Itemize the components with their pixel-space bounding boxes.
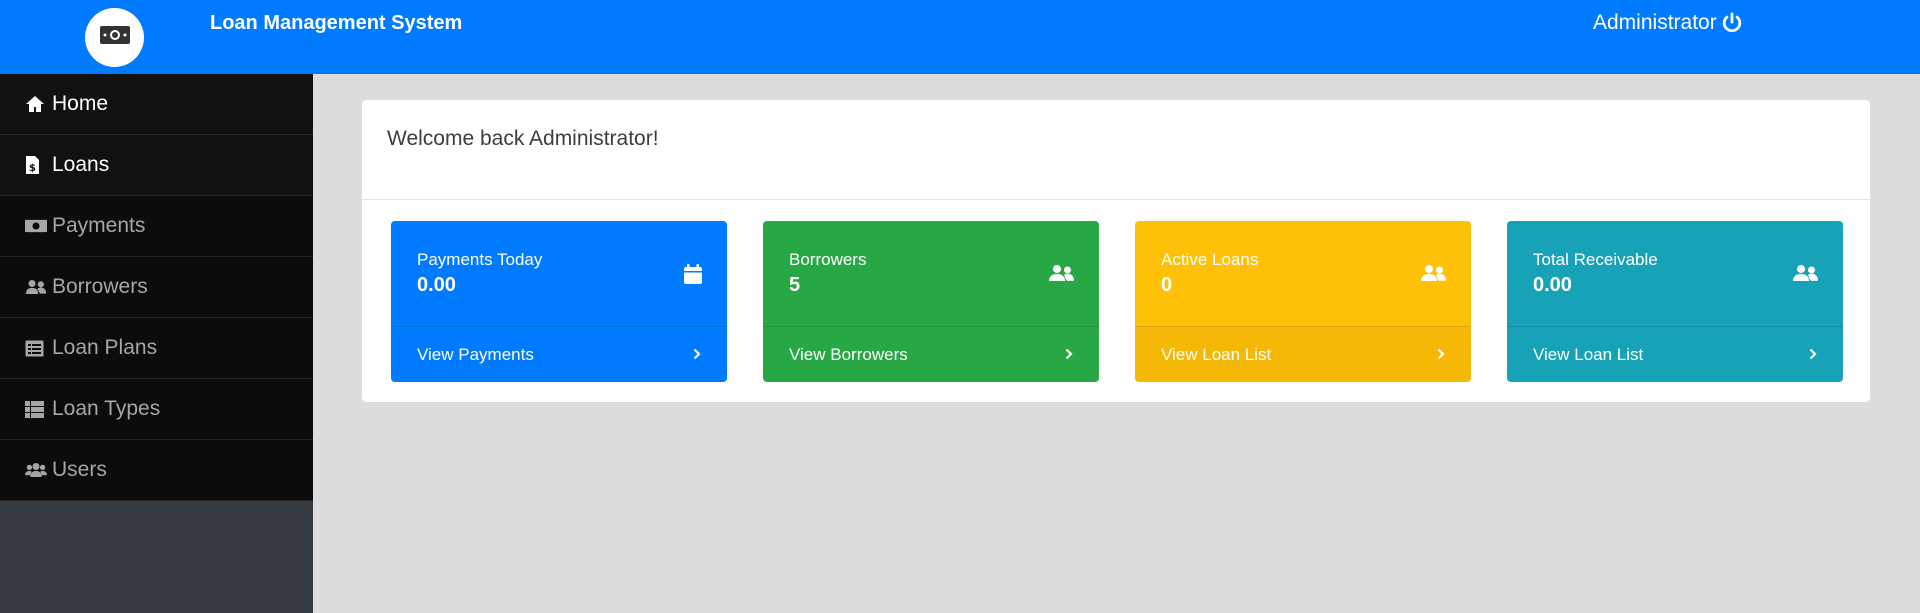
view-payments-link[interactable]: View Payments — [391, 327, 727, 382]
tile-value: 0 — [1161, 274, 1173, 296]
sidebar-item-label: Loan Types — [52, 397, 161, 420]
view-loan-list-link[interactable]: View Loan List — [1135, 327, 1471, 382]
user-friends-icon — [1793, 264, 1818, 287]
chevron-right-icon — [1437, 345, 1445, 365]
tile-label: Total Receivable — [1533, 250, 1658, 269]
user-menu[interactable]: Administrator — [1593, 11, 1743, 35]
sidebar-item-loan-types[interactable]: Loan Types — [0, 379, 313, 440]
borrowers-tile: Borrowers 5 View Borrowers — [763, 221, 1099, 382]
tile-link-label: View Borrowers — [789, 344, 908, 364]
total-receivable-tile: Total Receivable 0.00 View Loan List — [1507, 221, 1843, 382]
tile-value: 0.00 — [417, 274, 456, 296]
tile-link-label: View Loan List — [1161, 344, 1272, 364]
chevron-right-icon — [1065, 345, 1073, 365]
dashboard-card: Welcome back Administrator! Payments Tod… — [362, 100, 1870, 402]
money-bill-icon — [99, 25, 131, 50]
tile-link-label: View Payments — [417, 344, 534, 364]
power-icon[interactable] — [1721, 12, 1743, 34]
user-name: Administrator — [1593, 11, 1717, 34]
view-borrowers-link[interactable]: View Borrowers — [763, 327, 1099, 382]
th-list-icon — [25, 400, 47, 418]
app-title: Loan Management System — [210, 12, 463, 34]
welcome-message: Welcome back Administrator! — [387, 127, 659, 150]
sidebar-item-label: Payments — [52, 214, 146, 237]
sidebar: Home $ Loans Payments Borrowers Loan Pla… — [0, 74, 313, 613]
chevron-right-icon — [693, 345, 701, 365]
user-friends-icon — [1421, 264, 1446, 287]
users-icon — [25, 278, 47, 296]
view-loan-list-link[interactable]: View Loan List — [1507, 327, 1843, 382]
sidebar-item-label: Users — [52, 458, 107, 481]
sidebar-item-borrowers[interactable]: Borrowers — [0, 257, 313, 318]
chevron-right-icon — [1809, 345, 1817, 365]
svg-text:$: $ — [29, 163, 36, 174]
file-dollar-icon: $ — [25, 155, 47, 175]
logo — [85, 8, 144, 67]
tile-label: Active Loans — [1161, 250, 1259, 269]
user-friends-icon — [1049, 264, 1074, 287]
list-alt-icon — [25, 340, 47, 357]
tile-value: 5 — [789, 274, 801, 296]
money-bill-icon — [25, 218, 47, 234]
active-loans-tile: Active Loans 0 View Loan List — [1135, 221, 1471, 382]
sidebar-item-label: Borrowers — [52, 275, 148, 298]
sidebar-item-label: Home — [52, 92, 109, 115]
tile-label: Payments Today — [417, 250, 543, 269]
home-icon — [25, 95, 47, 113]
tile-link-label: View Loan List — [1533, 344, 1644, 364]
sidebar-item-payments[interactable]: Payments — [0, 196, 313, 257]
payments-today-tile: Payments Today 0.00 View Payments — [391, 221, 727, 382]
calendar-icon — [684, 264, 702, 289]
sidebar-item-users[interactable]: Users — [0, 440, 313, 501]
sidebar-item-label: Loan Plans — [52, 336, 158, 359]
users-cog-icon — [25, 461, 47, 479]
tile-value: 0.00 — [1533, 274, 1572, 296]
top-navbar: Loan Management System Administrator — [0, 0, 1920, 74]
sidebar-item-home[interactable]: Home — [0, 74, 313, 135]
sidebar-item-label: Loans — [52, 153, 110, 176]
divider — [362, 199, 1870, 200]
sidebar-item-loan-plans[interactable]: Loan Plans — [0, 318, 313, 379]
tile-label: Borrowers — [789, 250, 867, 269]
sidebar-item-loans[interactable]: $ Loans — [0, 135, 313, 196]
